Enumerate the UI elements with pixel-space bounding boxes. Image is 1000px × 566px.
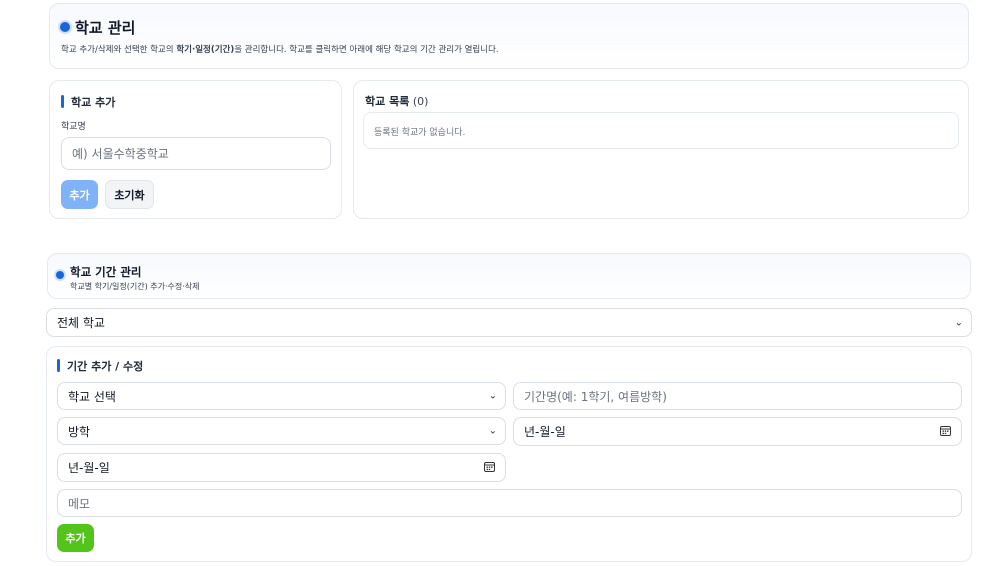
period-type-select[interactable]: 방학 ⌄	[57, 417, 506, 445]
period-form-title: 기간 추가 / 수정	[67, 360, 144, 373]
school-list-card: 학교 목록 (0) 등록된 학교가 없습니다.	[353, 80, 969, 219]
chevron-down-icon: ⌄	[488, 390, 497, 402]
chevron-down-icon: ⌄	[488, 425, 497, 437]
period-management-title: 학교 기간 관리	[70, 265, 142, 279]
school-name-label: 학교명	[61, 122, 86, 132]
section-dot-icon	[60, 22, 70, 32]
school-name-placeholder: 예) 서울수학중학교	[72, 147, 169, 161]
end-date-input[interactable]: 년-월-일	[57, 453, 506, 482]
page-title: 학교 관리	[75, 19, 136, 37]
start-date-placeholder: 년-월-일	[524, 425, 566, 439]
section-bar-icon	[57, 359, 60, 372]
period-management-subtitle: 학교별 학기/일정(기간) 추가·수정·삭제	[70, 282, 200, 291]
add-school-button[interactable]: 추가	[61, 180, 98, 209]
school-name-input[interactable]: 예) 서울수학중학교	[61, 137, 331, 170]
period-type-value: 방학	[68, 424, 91, 439]
start-date-input[interactable]: 년-월-일	[513, 417, 962, 446]
add-school-title: 학교 추가	[71, 96, 116, 109]
add-school-card: 학교 추가 학교명 예) 서울수학중학교 추가 초기화	[49, 80, 342, 219]
calendar-icon[interactable]	[484, 461, 495, 475]
period-name-placeholder: 기간명(예: 1학기, 여름방학)	[524, 389, 667, 404]
section-dot-icon	[56, 271, 64, 279]
period-form-card: 기간 추가 / 수정 학교 선택 ⌄ 기간명(예: 1학기, 여름방학) 방학 …	[46, 346, 972, 562]
end-date-placeholder: 년-월-일	[68, 461, 110, 475]
reset-button[interactable]: 초기화	[105, 180, 154, 209]
school-select-value: 학교 선택	[68, 389, 116, 404]
school-select[interactable]: 학교 선택 ⌄	[57, 382, 506, 410]
description-text: 학교 추가/삭제와 선택한 학교의	[61, 45, 177, 55]
school-filter-select[interactable]: 전체 학교 ⌄	[46, 308, 972, 337]
section-bar-icon	[61, 95, 64, 108]
school-count: (0)	[412, 95, 429, 108]
description-text-end: 을 관리합니다. 학교를 클릭하면 아래에 해당 학교의 기간 관리가 열립니다…	[234, 45, 499, 55]
add-period-button[interactable]: 추가	[57, 524, 94, 552]
period-name-input[interactable]: 기간명(예: 1학기, 여름방학)	[513, 382, 962, 410]
memo-placeholder: 메모	[68, 496, 91, 511]
school-filter-value: 전체 학교	[57, 316, 105, 330]
memo-input[interactable]: 메모	[57, 489, 962, 517]
period-management-header: 학교 기간 관리 학교별 학기/일정(기간) 추가·수정·삭제	[47, 253, 971, 299]
school-list-title: 학교 목록	[365, 95, 410, 108]
calendar-icon[interactable]	[940, 425, 951, 439]
empty-list-message: 등록된 학교가 없습니다.	[374, 128, 466, 138]
school-list-header: 학교 목록 (0)	[365, 93, 428, 109]
chevron-down-icon: ⌄	[954, 317, 963, 328]
school-management-header: 학교 관리 학교 추가/삭제와 선택한 학교의 학기·일정(기간)을 관리합니다…	[49, 3, 969, 69]
empty-list-box: 등록된 학교가 없습니다.	[363, 112, 959, 149]
description-bold: 학기·일정(기간)	[176, 45, 235, 55]
page-description: 학교 추가/삭제와 선택한 학교의 학기·일정(기간)을 관리합니다. 학교를 …	[61, 43, 499, 55]
